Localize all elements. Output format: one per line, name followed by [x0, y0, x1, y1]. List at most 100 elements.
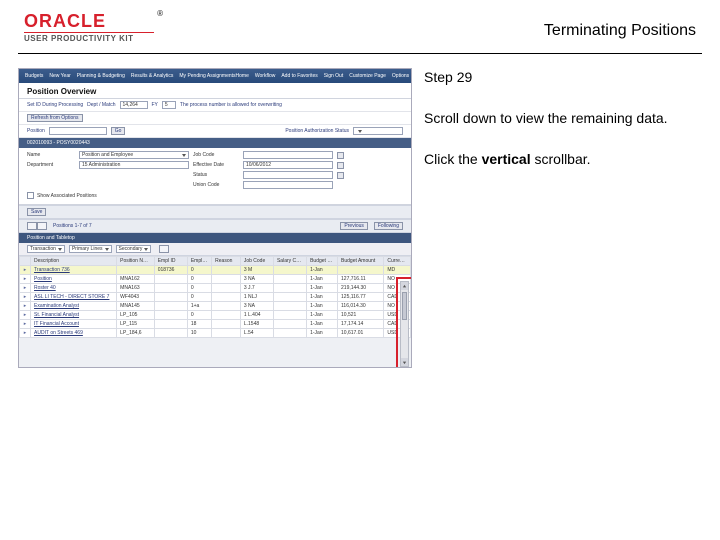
home-link[interactable]: Home [236, 73, 249, 79]
grid-tabs: Transaction Primary Lines Secondary [19, 243, 411, 256]
col-position[interactable]: Position Number [117, 257, 155, 266]
table-row[interactable]: ▸AUDIT on Streets 469LP_184,610L.541-Jan… [20, 329, 411, 338]
signout-link[interactable]: Sign Out [324, 73, 343, 79]
col-budgetonly[interactable]: Budget Only [307, 257, 338, 266]
job-field[interactable] [243, 151, 333, 159]
cell-emplid [154, 302, 187, 311]
cell-jobcode: L.54 [240, 329, 273, 338]
cell-reason [212, 275, 241, 284]
expand-icon[interactable]: ▸ [20, 320, 31, 329]
calendar-icon[interactable] [337, 162, 344, 169]
cell-jobcode: 3 M [240, 266, 273, 275]
cell-description[interactable]: Examination Analyst [31, 302, 117, 311]
expand-icon[interactable]: ▸ [20, 284, 31, 293]
table-row[interactable]: ▸IT Financial AccountLP_11518L.15481-Jan… [20, 320, 411, 329]
col-emplid[interactable]: Empl ID [154, 257, 187, 266]
cell-description[interactable]: Position [31, 275, 117, 284]
eff-field[interactable]: 10/06/2012 [243, 161, 333, 169]
lookup-icon[interactable] [337, 152, 344, 159]
cell-description[interactable]: St. Financial Analyst [31, 311, 117, 320]
expand-icon[interactable]: ▸ [20, 275, 31, 284]
dept-field[interactable]: 14,264 [120, 101, 148, 109]
expand-icon[interactable]: ▸ [20, 266, 31, 275]
instruction-text: scrollbar. [531, 151, 591, 167]
tab-transaction[interactable]: Transaction [27, 245, 65, 253]
cell-description[interactable]: Roster 40 [31, 284, 117, 293]
workflow-link[interactable]: Workflow [255, 73, 275, 79]
dept2-label: Department [27, 162, 75, 168]
status-field[interactable] [243, 171, 333, 179]
refresh-row: Refresh from Options [19, 112, 411, 125]
cell-description[interactable]: ASL LI TECH - DIRECT STORE 7 [31, 293, 117, 302]
tab-primary[interactable]: Primary Lines [69, 245, 112, 253]
position-input[interactable] [49, 127, 107, 135]
table-row[interactable]: ▸St. Financial AnalystLP_10501 L.4041-Ja… [20, 311, 411, 320]
cell-reason [212, 311, 241, 320]
product-line-label: USER PRODUCTIVITY KIT [24, 35, 154, 43]
crumb[interactable]: My Pending Assignments [179, 73, 235, 79]
table-row[interactable]: ▸PositionMNA16203 NA1-Jan127,716.11NO [20, 275, 411, 284]
save-button[interactable]: Save [27, 208, 46, 216]
cell-emplid [154, 284, 187, 293]
table-row[interactable]: ▸Examination AnalystMNA1451+a3 NA1-Jan11… [20, 302, 411, 311]
view-toggle[interactable] [27, 222, 47, 230]
auth-status-label: Position Authorization Status [285, 128, 349, 134]
col-salary[interactable]: Salary Code [273, 257, 306, 266]
dept2-field[interactable]: 15 Administration [79, 161, 189, 169]
table-row[interactable]: ▸ASL LI TECH - DIRECT STORE 7WF404301 NL… [20, 293, 411, 302]
union-field[interactable] [243, 181, 333, 189]
cell-description[interactable]: IT Financial Account [31, 320, 117, 329]
vertical-scrollbar[interactable] [400, 281, 409, 367]
expand-icon[interactable]: ▸ [20, 329, 31, 338]
col-jobcode[interactable]: Job Code [240, 257, 273, 266]
options-link[interactable]: Options [392, 73, 409, 79]
setid-label: Set ID During Processing [27, 102, 83, 108]
crumb[interactable]: Planning & Budgeting [77, 73, 125, 79]
cell-emplid [154, 320, 187, 329]
cell-emplrcd: 18 [187, 320, 211, 329]
lookup-icon[interactable] [337, 172, 344, 179]
following-button[interactable]: Following [374, 222, 403, 230]
expand-icon[interactable]: ▸ [20, 302, 31, 311]
cell-emplrcd: 0 [187, 266, 211, 275]
topbar-actions: Home Workflow Add to Favorites Sign Out … [236, 73, 410, 79]
cell-budgetonly: 1-Jan [307, 311, 338, 320]
filter-row-1: Set ID During Processing Dept / Match 14… [19, 99, 411, 112]
refresh-button[interactable]: Refresh from Options [27, 114, 83, 122]
go-button[interactable]: Go [111, 127, 126, 135]
col-reason[interactable]: Reason [212, 257, 241, 266]
expand-icon[interactable]: ▸ [20, 293, 31, 302]
col-description[interactable]: Description [31, 257, 117, 266]
crumb[interactable]: Results & Analytics [131, 73, 174, 79]
col-budgetamt[interactable]: Budget Amount [338, 257, 384, 266]
expand-icon[interactable]: ▸ [20, 311, 31, 320]
dept-label: Dept / Match [87, 102, 115, 108]
cell-salary [273, 320, 306, 329]
scroll-track[interactable] [401, 290, 408, 358]
auth-status-select[interactable] [353, 127, 403, 135]
cell-emplrcd: 0 [187, 293, 211, 302]
fy-label: FY [152, 102, 158, 108]
cell-description[interactable]: Transaction 736 [31, 266, 117, 275]
cell-jobcode: 3 J.7 [240, 284, 273, 293]
scroll-up-arrow-icon[interactable] [401, 282, 408, 290]
cell-description[interactable]: AUDIT on Streets 469 [31, 329, 117, 338]
col-currency[interactable]: Currency [384, 257, 411, 266]
grid-expand-icon[interactable] [159, 245, 169, 253]
tab-secondary[interactable]: Secondary [116, 245, 152, 253]
table-row[interactable]: ▸Transaction 73601873603 M1-JanMD [20, 266, 411, 275]
crumb[interactable]: Budgets [25, 73, 43, 79]
name-select[interactable]: Position and Employee [79, 151, 189, 159]
scroll-down-arrow-icon[interactable] [401, 358, 408, 366]
table-row[interactable]: ▸Roster 40MNA16303 J.71-Jan219,144.30NO [20, 284, 411, 293]
favorites-link[interactable]: Add to Favorites [281, 73, 317, 79]
cell-budgetamt: 219,144.30 [338, 284, 384, 293]
customize-link[interactable]: Customize Page [349, 73, 386, 79]
cell-salary [273, 284, 306, 293]
crumb[interactable]: New Year [49, 73, 70, 79]
scroll-thumb[interactable] [402, 292, 407, 320]
fy-field[interactable]: 5 [162, 101, 176, 109]
col-emplrcd[interactable]: Empl Rcd [187, 257, 211, 266]
previous-button[interactable]: Previous [340, 222, 367, 230]
show-committed-checkbox[interactable]: Show Associated Positions [27, 192, 97, 199]
